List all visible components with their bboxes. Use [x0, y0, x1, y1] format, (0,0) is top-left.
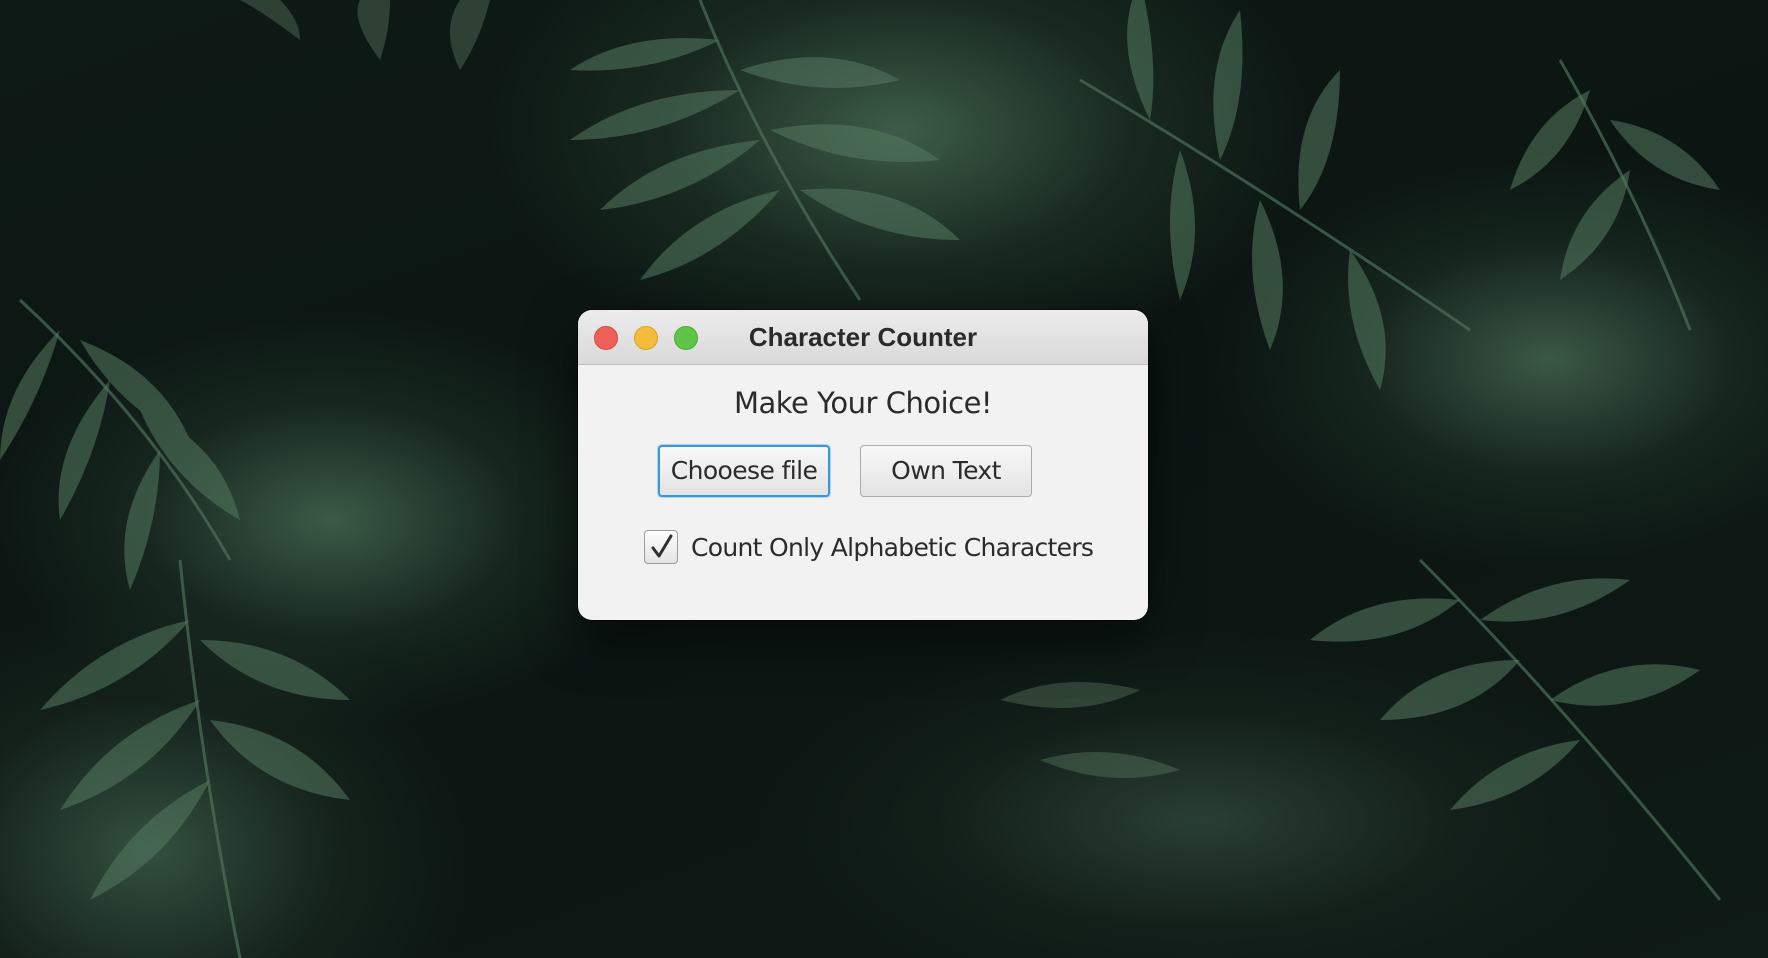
choose-file-button[interactable]: Chooese file — [658, 445, 830, 497]
alphabetic-only-label[interactable]: Count Only Alphabetic Characters — [691, 533, 1094, 562]
own-text-button[interactable]: Own Text — [860, 445, 1032, 497]
window-title: Character Counter — [748, 322, 978, 352]
checkmark-icon — [651, 534, 673, 558]
alphabetic-only-option[interactable]: Count Only Alphabetic Characters — [644, 528, 1094, 566]
character-counter-window: Character Counter Make Your Choice! Choo… — [578, 310, 1148, 620]
alphabetic-only-checkbox[interactable] — [644, 530, 678, 564]
choice-heading: Make Your Choice! — [733, 386, 993, 420]
title-bar[interactable]: Character Counter — [578, 310, 1148, 365]
